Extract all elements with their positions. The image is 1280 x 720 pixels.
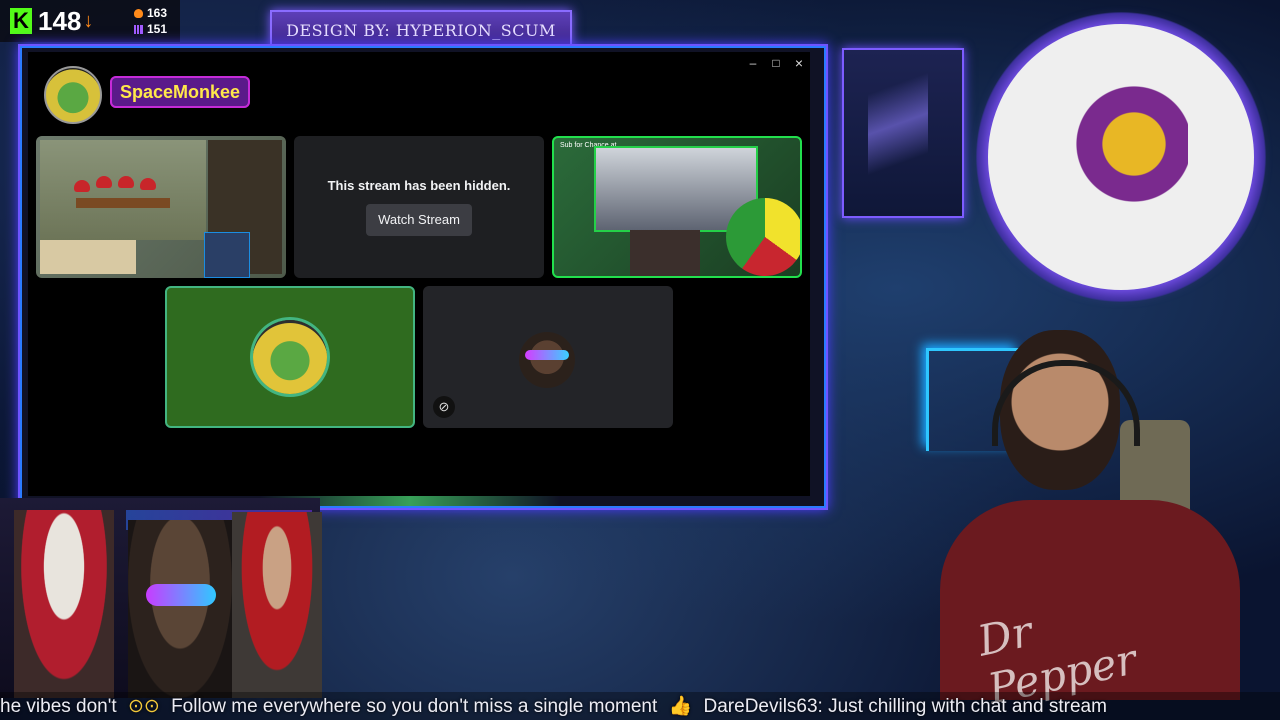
- game-ledge: [76, 198, 170, 208]
- kick-viewer-count: 148: [38, 5, 82, 36]
- channel-logo: [988, 24, 1254, 290]
- ticker-text: he vibes don't ⊙⊙ Follow me everywhere s…: [0, 694, 1107, 718]
- mushroom-icon: [74, 180, 90, 192]
- close-button[interactable]: ×: [790, 56, 808, 70]
- stream-tile-3[interactable]: Sub for Chance at: [552, 136, 802, 278]
- participant-tile-monkey[interactable]: [423, 286, 673, 428]
- dna-helix-icon: [868, 62, 928, 202]
- mushroom-icon: [140, 178, 156, 190]
- participant-tile-speaking[interactable]: [165, 286, 415, 428]
- goggles-icon: [525, 350, 569, 360]
- viking-character: [232, 512, 322, 698]
- thumbs-up-icon: 👍: [668, 696, 693, 717]
- prize-wheel: [726, 198, 800, 276]
- subs-stat: 151: [134, 21, 180, 37]
- mushroom-icon: [118, 176, 134, 188]
- watch-stream-button[interactable]: Watch Stream: [366, 204, 472, 236]
- monkey-avatar: [519, 332, 575, 388]
- stream-tile-1[interactable]: [36, 136, 286, 278]
- participant-avatar: [253, 320, 327, 394]
- subs-count: 151: [147, 22, 168, 36]
- kick-logo-icon: K: [10, 8, 32, 34]
- separator-icon: ⊙⊙: [127, 696, 160, 717]
- stats-box: 163 151: [128, 0, 180, 42]
- deafened-icon: ⊘: [433, 396, 455, 418]
- logo-art: [1068, 64, 1188, 224]
- hidden-stream-message: This stream has been hidden.: [327, 178, 511, 193]
- hidden-stream-tile: This stream has been hidden. Watch Strea…: [294, 136, 544, 278]
- glasses-icon: [146, 584, 216, 606]
- game-view: [40, 140, 206, 240]
- host-name-label: SpaceMonkee: [110, 76, 251, 108]
- ticker-segment: DareDevils63: Just chilling with chat an…: [703, 696, 1107, 717]
- followers-stat: 163: [134, 5, 180, 21]
- down-arrow-icon: ↓: [83, 9, 94, 32]
- streamer-webcam: [204, 232, 250, 278]
- minimize-button[interactable]: –: [744, 56, 762, 70]
- ticker-segment: he vibes don't: [0, 696, 117, 717]
- flame-icon: [134, 8, 143, 18]
- host-avatar[interactable]: [44, 66, 102, 124]
- followers-count: 163: [147, 6, 168, 20]
- chat-ticker: he vibes don't ⊙⊙ Follow me everywhere s…: [0, 692, 1280, 720]
- ticker-segment: Follow me everywhere so you don't miss a…: [171, 696, 658, 717]
- kick-viewer-counter: K 148 ↓: [0, 0, 128, 42]
- maximize-button[interactable]: □: [767, 56, 785, 70]
- bar-chart-icon: [134, 24, 143, 34]
- goose-character: [14, 510, 114, 698]
- mushroom-icon: [96, 176, 112, 188]
- game-chatbox: [40, 240, 136, 274]
- monkey-character: [128, 520, 232, 698]
- streamer-webcam: [630, 230, 700, 276]
- discord-stage-window: – □ × SpaceMonkee This stream has been h…: [28, 52, 810, 496]
